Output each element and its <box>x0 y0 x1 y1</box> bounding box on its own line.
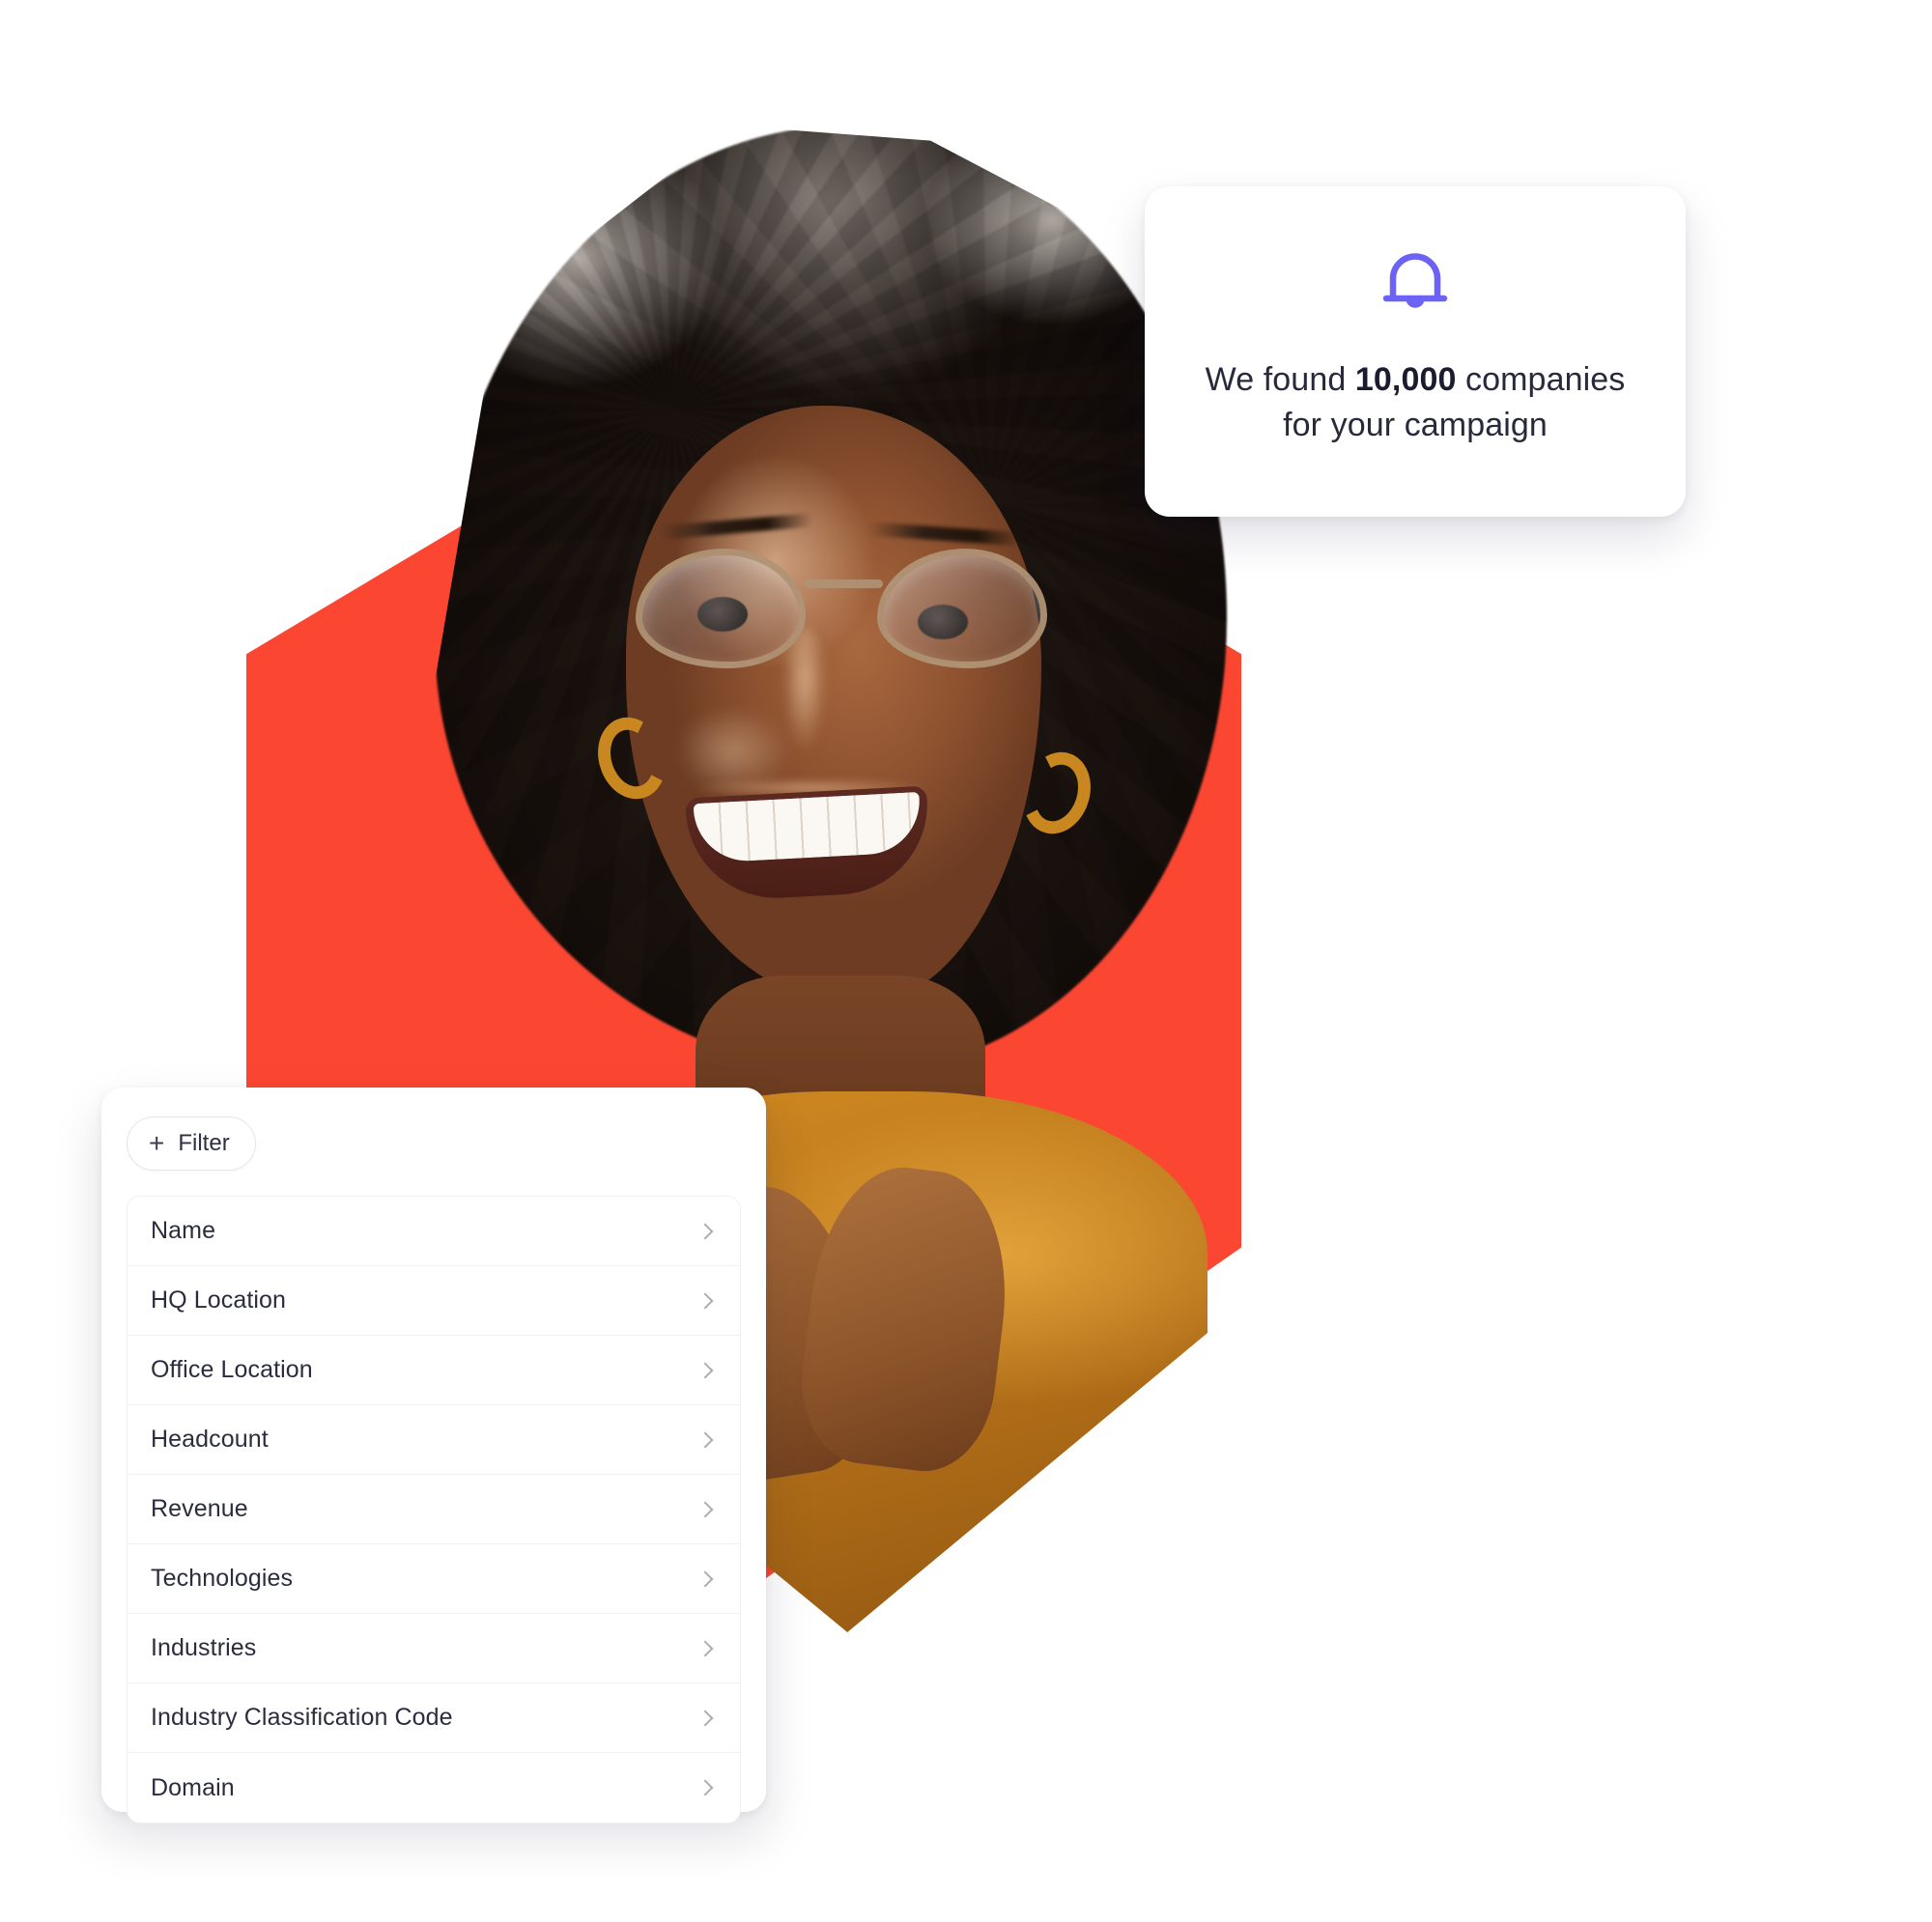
filter-label: Name <box>151 1217 216 1244</box>
chevron-right-icon <box>696 1779 714 1796</box>
filter-row-domain[interactable]: Domain <box>128 1753 740 1823</box>
eyeglasses <box>634 541 1049 695</box>
chevron-right-icon <box>696 1710 714 1726</box>
notification-message: We found 10,000 companies for your campa… <box>1187 357 1643 448</box>
page-root: We found 10,000 companies for your campa… <box>0 0 1932 1922</box>
chevron-right-icon <box>696 1292 714 1309</box>
filter-label: Industry Classification Code <box>151 1704 453 1731</box>
filter-row-industry-classification-code[interactable]: Industry Classification Code <box>128 1683 740 1753</box>
filter-row-name[interactable]: Name <box>128 1197 740 1266</box>
filter-row-headcount[interactable]: Headcount <box>128 1405 740 1475</box>
filter-label: Revenue <box>151 1495 248 1522</box>
hand-right <box>791 1157 1021 1480</box>
filter-row-hq-location[interactable]: HQ Location <box>128 1266 740 1336</box>
filter-row-revenue[interactable]: Revenue <box>128 1475 740 1544</box>
filter-list: Name HQ Location Office Location Headcou… <box>127 1196 741 1823</box>
filter-label: HQ Location <box>151 1286 287 1314</box>
add-filter-label: Filter <box>178 1130 230 1156</box>
filter-panel: + Filter Name HQ Location Office Locatio… <box>101 1088 766 1823</box>
chevron-right-icon <box>696 1570 714 1587</box>
teeth <box>693 791 923 864</box>
chevron-right-icon <box>696 1501 714 1517</box>
filter-label: Office Location <box>151 1356 313 1383</box>
add-filter-button[interactable]: + Filter <box>127 1116 256 1171</box>
chevron-right-icon <box>696 1640 714 1656</box>
filter-label: Industries <box>151 1634 257 1661</box>
bell-icon <box>1379 248 1451 328</box>
notification-text-before: We found <box>1205 360 1355 398</box>
filter-label: Domain <box>151 1773 235 1801</box>
notification-count: 10,000 <box>1354 360 1457 398</box>
notification-card: We found 10,000 companies for your campa… <box>1145 186 1686 517</box>
filter-row-office-location[interactable]: Office Location <box>128 1336 740 1405</box>
filter-row-industries[interactable]: Industries <box>128 1614 740 1683</box>
plus-icon: + <box>149 1128 165 1158</box>
chevron-right-icon <box>696 1223 714 1239</box>
filter-row-technologies[interactable]: Technologies <box>128 1544 740 1614</box>
lens-left <box>636 549 806 668</box>
filter-label: Technologies <box>151 1565 294 1592</box>
lens-right <box>877 549 1047 668</box>
glasses-bridge <box>804 579 883 588</box>
chevron-right-icon <box>696 1362 714 1378</box>
filter-label: Headcount <box>151 1426 269 1453</box>
chevron-right-icon <box>696 1431 714 1448</box>
